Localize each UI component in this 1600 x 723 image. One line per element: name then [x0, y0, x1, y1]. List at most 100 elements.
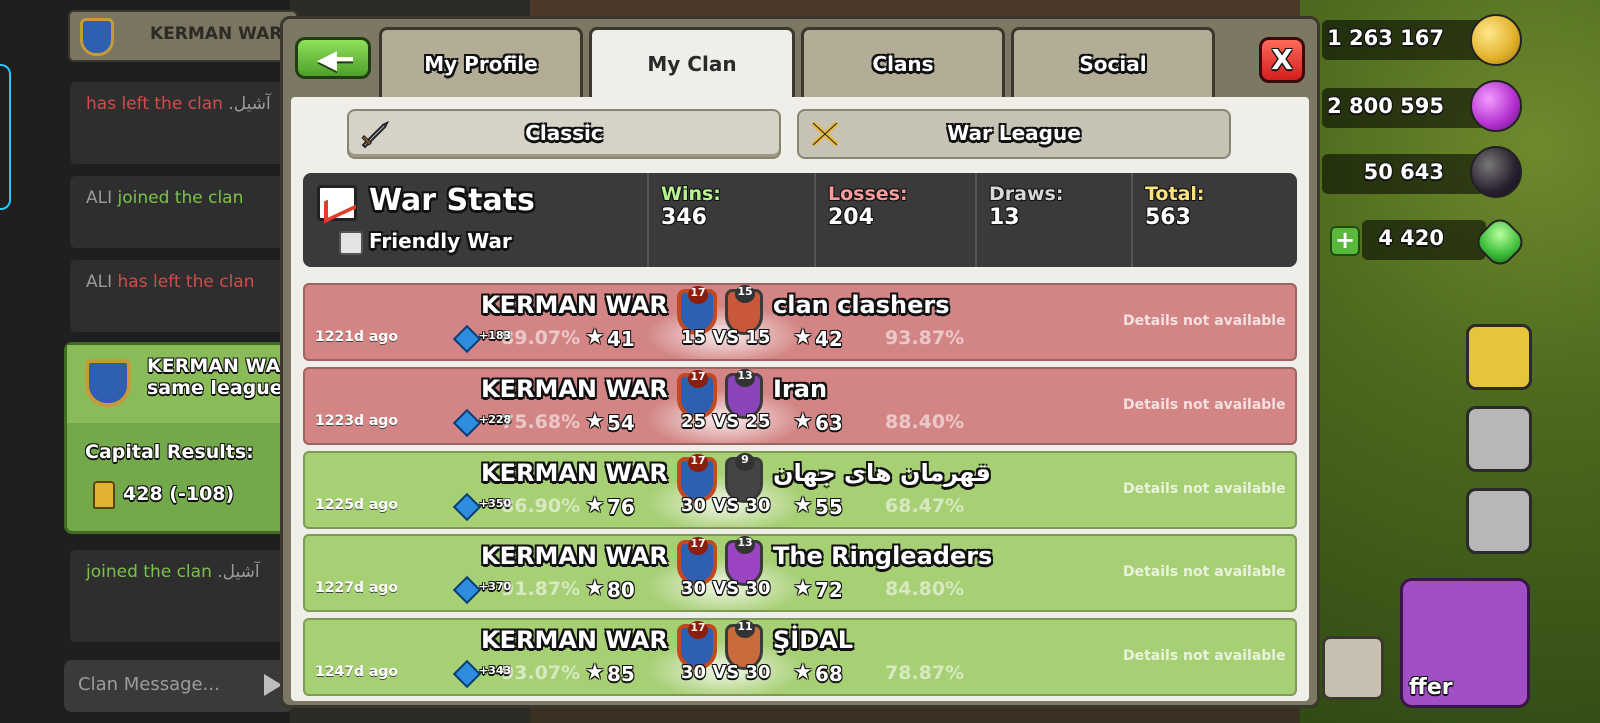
capital-results-card[interactable]: KERMAN WA same league Capital Results: 4…: [64, 342, 300, 534]
friendly-war-checkbox[interactable]: [339, 231, 363, 255]
subtab-label: War League: [947, 121, 1081, 145]
tab-my-profile[interactable]: My Profile: [379, 27, 583, 99]
opponent-clan-level: 13: [735, 536, 755, 554]
star-icon: ★: [793, 409, 813, 434]
war-size: 30 VS 30: [681, 495, 771, 516]
tab-social[interactable]: Social: [1011, 27, 1215, 99]
war-size: 25 VS 25: [681, 411, 771, 432]
details-unavailable-label: Details not available: [1123, 397, 1286, 413]
chat-message: ALI joined the clan: [70, 176, 300, 248]
opponent-clan-level: 11: [735, 620, 755, 638]
chart-icon: [317, 185, 357, 221]
our-clan-level: 17: [688, 454, 708, 472]
shop-offer-button[interactable]: ffer: [1400, 578, 1530, 708]
tab-my-clan[interactable]: My Clan: [589, 27, 795, 99]
chat-message-text: joined the clan: [86, 562, 212, 582]
tab-label: Social: [1079, 52, 1147, 76]
chat-message: joined the clan .آشیل: [70, 550, 300, 642]
war-time-ago: 1221d ago: [315, 329, 398, 345]
war-log-row[interactable]: 1223d ago KERMAN WAR 17 13 Iran +228 75.68% ★ 54…: [303, 367, 1297, 445]
opponent-stars: 72: [815, 578, 843, 602]
our-clan-level: 17: [688, 286, 708, 304]
war-log-row[interactable]: 1221d ago KERMAN WAR 17 15 clan clashers +183…: [303, 283, 1297, 361]
chat-message-text: joined the clan: [117, 188, 244, 208]
war-stat-value: 13: [989, 205, 1020, 230]
star-icon: ★: [793, 576, 813, 601]
our-destruction-percent: 91.87%: [501, 578, 581, 600]
dark-elixir-drop-icon: [1470, 146, 1522, 198]
clan-chat-panel: KERMAN WAR has left the clan .آشیل ALI j…: [0, 0, 300, 723]
our-destruction-percent: 75.68%: [501, 411, 581, 433]
chat-message-text: has left the clan: [86, 94, 223, 114]
our-clan-level: 17: [688, 370, 708, 388]
opponent-destruction-percent: 78.87%: [885, 662, 965, 684]
tab-label: My Clan: [647, 52, 737, 76]
close-button[interactable]: X: [1259, 37, 1305, 83]
subtab-classic[interactable]: Classic: [347, 109, 781, 159]
star-icon: ★: [585, 660, 605, 685]
chat-message-text: ALI: [86, 188, 118, 208]
star-icon: ★: [585, 576, 605, 601]
war-size: 30 VS 30: [681, 578, 771, 599]
war-size: 15 VS 15: [681, 327, 771, 348]
details-unavailable-label: Details not available: [1123, 481, 1286, 497]
opponent-destruction-percent: 68.47%: [885, 495, 965, 517]
war-stat-label: Draws:: [989, 183, 1064, 205]
war-stats-panel: War Stats Friendly War Wins: 346 Losses: 20…: [303, 173, 1297, 267]
dark-elixir-counter: 50 643: [1322, 154, 1486, 194]
star-icon: ★: [793, 325, 813, 350]
details-unavailable-label: Details not available: [1123, 313, 1286, 329]
opponent-clan-name: قهرمان های جهان: [773, 459, 991, 487]
sword-icon: [361, 120, 390, 149]
star-icon: ★: [793, 493, 813, 518]
our-clan-level: 17: [688, 537, 708, 555]
war-log-row[interactable]: 1227d ago KERMAN WAR 17 13 The Ringleaders +3…: [303, 534, 1297, 612]
our-destruction-percent: 93.07%: [501, 662, 581, 684]
war-stat-value: 563: [1145, 205, 1191, 230]
back-button[interactable]: ◀━: [295, 37, 371, 79]
gold-coin-icon: [1470, 14, 1522, 66]
war-stats-title: War Stats: [369, 183, 535, 218]
settings-gear-icon[interactable]: [1466, 488, 1532, 554]
my-clan-content: Classic War League War Stats Friendly Wa…: [291, 97, 1309, 701]
subtab-label: Classic: [525, 121, 603, 145]
war-stat-label: Wins:: [661, 183, 721, 205]
war-stat-label: Total:: [1145, 183, 1205, 205]
our-clan-name: KERMAN WAR: [481, 375, 668, 403]
our-clan-name: KERMAN WAR: [481, 626, 668, 654]
our-clan-level: 17: [688, 621, 708, 639]
war-log-row[interactable]: 1247d ago KERMAN WAR 17 11 ŞİDAL +343 93.07% ★ 8…: [303, 618, 1297, 696]
opponent-stars: 63: [815, 411, 843, 435]
clan-xp-icon: [452, 659, 482, 689]
chat-tab-highlight[interactable]: [0, 64, 11, 210]
opponent-clan-name: The Ringleaders: [773, 542, 993, 570]
war-stat-value: 346: [661, 205, 707, 230]
tab-label: My Profile: [424, 52, 538, 76]
notes-button[interactable]: [1322, 636, 1384, 700]
tab-clans[interactable]: Clans: [801, 27, 1005, 99]
subtab-war-league[interactable]: War League: [797, 109, 1231, 159]
chat-clan-name: KERMAN WAR: [150, 24, 283, 44]
buy-gems-plus-button[interactable]: +: [1330, 226, 1360, 256]
clan-games-button[interactable]: [1466, 324, 1532, 390]
war-log-row[interactable]: 1225d ago KERMAN WAR 17 9 قهرمان های جهان +35…: [303, 451, 1297, 529]
war-stat-value: 204: [828, 205, 874, 230]
gems-counter: 4 420: [1362, 220, 1486, 260]
chat-message-text: has left the clan: [117, 272, 255, 292]
gold-counter: 1 263 167: [1322, 20, 1486, 60]
card-subtitle: same league: [147, 377, 283, 399]
war-size: 30 VS 30: [681, 662, 771, 683]
our-destruction-percent: 89.07%: [501, 327, 581, 349]
chat-message-text: .آشیل: [211, 562, 260, 582]
crossed-swords-icon: [811, 121, 839, 147]
clan-xp-icon: [452, 492, 482, 522]
chat-clan-header[interactable]: KERMAN WAR: [68, 10, 298, 62]
star-icon: ★: [585, 409, 605, 434]
opponent-stars: 55: [815, 495, 843, 519]
details-unavailable-label: Details not available: [1123, 564, 1286, 580]
back-arrow-icon: ◀━: [317, 45, 353, 75]
clan-badge-icon: [80, 18, 114, 56]
clan-message-input[interactable]: Clan Message...: [64, 660, 294, 712]
star-icon: ★: [793, 660, 813, 685]
move-buildings-button[interactable]: [1466, 406, 1532, 472]
